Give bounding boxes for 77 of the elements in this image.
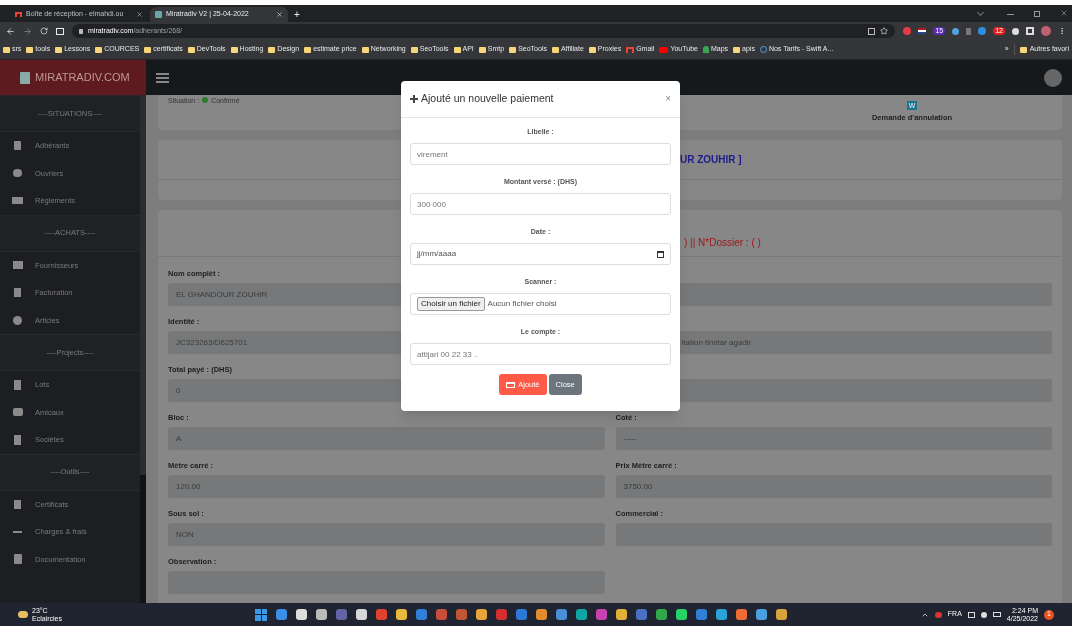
folder-icon [144, 46, 152, 53]
forward-icon[interactable] [23, 26, 32, 36]
folder-icon [26, 46, 34, 53]
folder-icon [509, 46, 517, 53]
weather-icon[interactable] [18, 611, 28, 618]
new-tab-button[interactable]: + [290, 7, 304, 22]
map-pin-icon [702, 46, 709, 53]
minus-icon [13, 530, 22, 533]
plus-icon [410, 95, 418, 103]
windows-start-icon[interactable] [255, 608, 268, 621]
folder-icon [95, 46, 103, 53]
flag-icon[interactable] [918, 28, 927, 34]
text-input[interactable]: attijari 00 22 33 .. [410, 343, 671, 365]
mail-icon [626, 46, 635, 53]
folder-icon [230, 46, 238, 53]
folder-icon [268, 46, 276, 53]
taskbar-app-icon[interactable] [556, 608, 568, 620]
taskbar-app-icon[interactable] [776, 608, 788, 620]
close-button[interactable]: × [665, 94, 671, 104]
folder-icon [304, 46, 312, 53]
sidebar-icon[interactable] [1026, 27, 1034, 35]
display-icon[interactable] [967, 611, 975, 618]
date-input[interactable]: jj/mm/aaaa [410, 243, 671, 265]
folder-icon [1019, 46, 1027, 53]
menu-icon[interactable] [156, 72, 169, 83]
taskbar-app-icon[interactable] [576, 608, 588, 620]
taskbar-app-icon[interactable] [276, 608, 288, 620]
close-icon[interactable] [1060, 9, 1068, 17]
folder-icon [55, 46, 63, 53]
taskbar-app-icon[interactable] [536, 608, 548, 620]
profile-avatar[interactable] [1041, 26, 1051, 36]
extension-icon[interactable] [903, 27, 912, 35]
logo-icon [20, 71, 30, 84]
folder-icon [410, 46, 418, 53]
taskbar-app-icon[interactable] [296, 608, 308, 620]
calendar-icon [657, 250, 664, 258]
dialog-title: Ajouté un nouvelle paiement [421, 91, 554, 107]
folder-icon [187, 46, 195, 53]
folder-icon [361, 46, 369, 53]
taskbar-app-icon[interactable] [616, 608, 628, 620]
lock-icon [79, 28, 83, 34]
folder-icon [3, 46, 10, 53]
taskbar-app-icon[interactable] [356, 608, 368, 620]
taskbar-app-icon[interactable] [756, 608, 768, 620]
user-avatar[interactable] [1044, 68, 1062, 87]
taskbar-app-icon[interactable] [716, 608, 728, 620]
mail-icon [15, 12, 22, 17]
taskbar-app-icon[interactable] [476, 608, 488, 620]
star-icon[interactable] [880, 27, 889, 35]
dossier-title: ) || N*Dossier : ( ) [684, 236, 761, 250]
check-icon [202, 97, 209, 103]
folder-icon [551, 46, 559, 53]
scrollbar-thumb[interactable] [140, 95, 146, 475]
folder-icon [588, 46, 596, 53]
text-input[interactable]: virement [410, 143, 671, 165]
site-icon [155, 11, 162, 18]
taskbar-app-icon[interactable] [736, 608, 748, 620]
play-icon [659, 46, 669, 53]
folder-icon [733, 46, 741, 53]
member-title: UR ZOUHIR ] [680, 153, 742, 167]
reload-icon[interactable] [40, 27, 48, 35]
folder-icon [453, 46, 461, 53]
taskbar-app-icon[interactable] [676, 608, 688, 620]
menu-icon[interactable] [1058, 27, 1066, 35]
restore-icon[interactable] [1034, 11, 1040, 17]
folder-icon [478, 46, 486, 53]
close-icon[interactable] [136, 11, 143, 18]
back-icon[interactable] [6, 26, 15, 36]
battery-icon[interactable] [992, 612, 1001, 617]
text-input[interactable]: 300 000 [410, 193, 671, 215]
tray-icon[interactable] [934, 611, 942, 618]
file-input[interactable]: Choisir un fichier Aucun fichier choisi [410, 293, 671, 315]
taskbar-app-icon[interactable] [656, 608, 668, 620]
taskbar-app-icon[interactable] [396, 608, 408, 620]
taskbar-app-icon[interactable] [316, 608, 328, 620]
choose-file-button[interactable]: Choisir un fichier [417, 297, 485, 311]
brand-bar[interactable]: MIRATRADIV.COM [0, 60, 146, 95]
